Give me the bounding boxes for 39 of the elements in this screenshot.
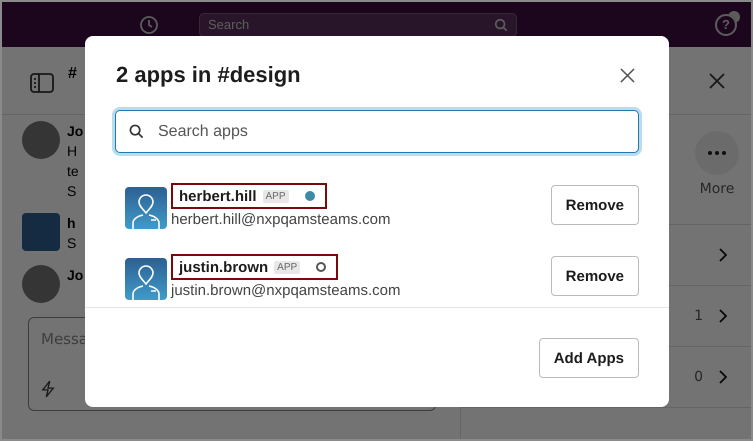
message-author: Jo [67, 122, 84, 141]
chevron-right-icon[interactable] [719, 370, 727, 384]
search-icon [494, 18, 508, 32]
remove-button[interactable]: Remove [550, 185, 639, 225]
message-text: H [67, 142, 78, 161]
sidebar-toggle-icon[interactable] [30, 73, 54, 93]
avatar-icon [125, 187, 167, 229]
channel-title: # [68, 65, 77, 83]
message-text: S [67, 234, 76, 253]
app-email: justin.brown@nxpqamsteams.com [171, 282, 402, 299]
app-name: justin.brown [179, 258, 268, 276]
message-author: h [67, 214, 76, 233]
photo-placeholder [22, 121, 60, 159]
search-icon [129, 124, 144, 139]
count-label: 1 [694, 308, 703, 324]
remove-button[interactable]: Remove [550, 256, 639, 296]
message-text: te [67, 162, 79, 181]
app-email: herbert.hill@nxpqamsteams.com [171, 211, 392, 228]
app-tag: APP [274, 260, 300, 274]
close-icon[interactable] [620, 68, 635, 82]
photo-placeholder [22, 265, 60, 303]
count-label: 0 [694, 369, 703, 385]
message-author: Jo [67, 266, 84, 285]
avatar-icon [125, 258, 167, 300]
more-button[interactable] [695, 131, 739, 175]
clock-icon[interactable] [139, 14, 159, 34]
more-label: More [698, 181, 736, 197]
add-apps-button[interactable]: Add Apps [538, 338, 639, 378]
app-tag: APP [262, 190, 289, 202]
message-text: S [67, 182, 76, 201]
ellipsis-icon [708, 151, 726, 155]
app-name: herbert.hill [179, 188, 257, 204]
search-field[interactable]: Search apps [115, 110, 639, 153]
dialog-title: 2 apps in #design [116, 62, 301, 88]
avatar-icon [22, 213, 60, 251]
chevron-right-icon[interactable] [719, 248, 727, 262]
lightning-icon[interactable] [41, 380, 55, 398]
close-icon[interactable] [709, 72, 725, 88]
chevron-right-icon[interactable] [719, 309, 727, 323]
